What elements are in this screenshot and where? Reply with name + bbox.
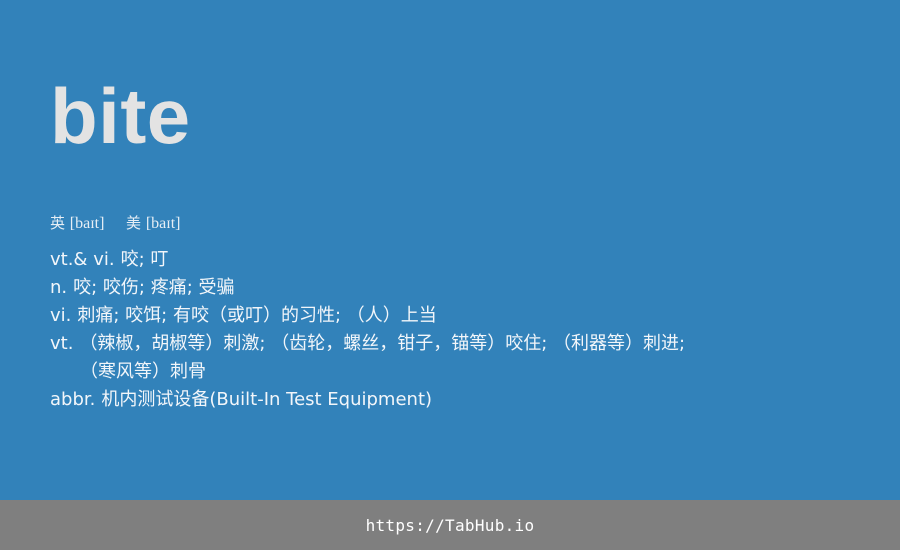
part-of-speech: vi. (50, 305, 72, 326)
definition-text: 机内测试设备(Built-In Test Equipment) (101, 389, 433, 410)
definition-text: 咬; 咬伤; 疼痛; 受骗 (73, 277, 235, 298)
definition-item: abbr. 机内测试设备(Built-In Test Equipment) (50, 386, 870, 414)
part-of-speech: vt. (50, 333, 74, 354)
definition-text: 刺痛; 咬饵; 有咬（或叮）的习性; （人）上当 (77, 305, 437, 326)
definition-item: n. 咬; 咬伤; 疼痛; 受骗 (50, 274, 870, 302)
definition-text: （寒风等）刺骨 (80, 361, 206, 382)
definition-item: vi. 刺痛; 咬饵; 有咬（或叮）的习性; （人）上当 (50, 302, 870, 330)
headword: bite (50, 72, 191, 160)
definition-text: （辣椒，胡椒等）刺激; （齿轮，螺丝，钳子，锚等）咬住; （利器等）刺进; (79, 333, 686, 354)
footer-url: https://TabHub.io (365, 515, 535, 535)
part-of-speech: vt.& vi. (50, 249, 115, 270)
definition-list: vt.& vi. 咬; 叮 n. 咬; 咬伤; 疼痛; 受骗 vi. 刺痛; 咬饵; … (50, 246, 870, 414)
uk-phonetic: [baɪt] (69, 215, 105, 232)
definition-item-continuation: （寒风等）刺骨 (50, 358, 870, 386)
phonetics-row: 英 [baɪt] 美 [baɪt] (50, 212, 180, 235)
definition-text: 咬; 叮 (120, 249, 169, 270)
footer-bar: https://TabHub.io (0, 500, 900, 550)
uk-label: 英 (50, 214, 66, 232)
definition-item: vt.& vi. 咬; 叮 (50, 246, 870, 274)
us-phonetic: [baɪt] (145, 215, 181, 232)
part-of-speech: n. (50, 277, 68, 298)
us-label: 美 (126, 214, 142, 232)
part-of-speech: abbr. (50, 389, 96, 410)
definition-item: vt. （辣椒，胡椒等）刺激; （齿轮，螺丝，钳子，锚等）咬住; （利器等）刺进; (50, 330, 870, 358)
